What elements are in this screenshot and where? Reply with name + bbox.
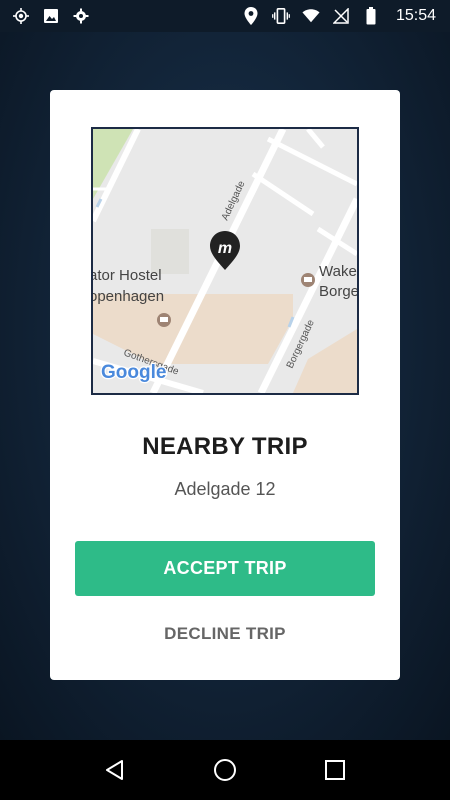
navigation-bar [0, 740, 450, 800]
hotel-icon [157, 313, 171, 327]
recent-apps-icon[interactable] [315, 750, 355, 790]
trip-request-card: Adelgade Borgergade Gothersgade ator Hos… [50, 90, 400, 680]
trip-location-map[interactable]: Adelgade Borgergade Gothersgade ator Hos… [91, 127, 359, 395]
google-logo: Google [100, 361, 168, 385]
location-target-icon [12, 7, 30, 25]
marker-letter: m [218, 240, 232, 257]
status-bar: 15:54 [0, 0, 450, 32]
no-signal-icon [332, 7, 350, 25]
status-time: 15:54 [395, 7, 436, 24]
wifi-icon [302, 7, 320, 25]
decline-trip-button[interactable]: DECLINE TRIP [75, 616, 375, 652]
back-icon[interactable] [95, 750, 135, 790]
map-canvas: Adelgade Borgergade Gothersgade ator Hos… [93, 129, 357, 393]
poi-label-wake-line1: Wake [319, 263, 357, 280]
trip-address: Adelgade 12 [174, 479, 276, 499]
trip-title: NEARBY TRIP [142, 433, 308, 460]
poi-icon [301, 273, 315, 287]
poi-label-hostel-line2: openhagen [93, 288, 164, 305]
battery-icon [362, 7, 380, 25]
vibrate-icon [272, 7, 290, 25]
poi-label-wake-line2: Borge [319, 283, 357, 300]
home-icon[interactable] [205, 750, 245, 790]
image-icon [42, 7, 60, 25]
poi-label-hostel-line1: ator Hostel [93, 267, 162, 284]
location-pin-icon [242, 7, 260, 25]
settings-icon [72, 7, 90, 25]
accept-trip-button[interactable]: ACCEPT TRIP [75, 541, 375, 596]
google-logo-text: Google [101, 362, 166, 383]
